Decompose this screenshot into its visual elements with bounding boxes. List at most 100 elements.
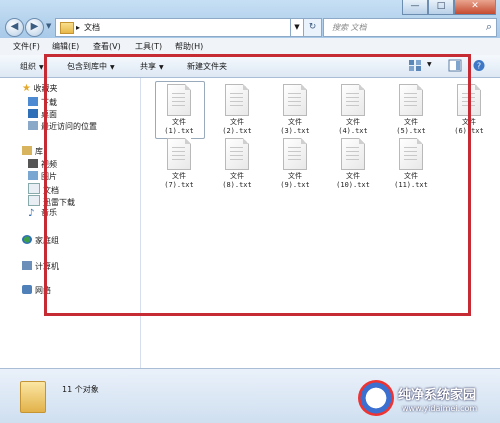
text-line	[462, 105, 475, 106]
text-line	[404, 159, 417, 160]
nav-computer-label: 计算机	[35, 262, 59, 271]
watermark-title: 纯净系统家园	[398, 388, 477, 403]
text-line	[172, 155, 185, 156]
file-name-line: (10).txt	[336, 181, 370, 189]
menu-tools[interactable]: 工具(T)	[135, 41, 162, 52]
menu-file[interactable]: 文件(F)	[13, 41, 40, 52]
text-line	[288, 101, 301, 102]
view-dropdown-icon[interactable]: ▼	[427, 61, 432, 68]
text-line	[230, 93, 243, 94]
file-name-line: 文件	[346, 118, 360, 126]
nav-computer[interactable]: 计算机	[22, 261, 59, 272]
recent-pages-dropdown[interactable]: ▼	[46, 22, 51, 30]
address-bar[interactable]: ▸ 文档	[55, 18, 297, 37]
text-line	[172, 159, 185, 160]
refresh-icon: ↻	[308, 22, 317, 32]
file-name-line: 文件	[462, 118, 476, 126]
address-dropdown-button[interactable]: ▼	[290, 18, 304, 37]
nav-libraries[interactable]: 库	[22, 146, 43, 157]
nav-item-desktop[interactable]: 桌面	[28, 109, 57, 120]
menu-edit[interactable]: 编辑(E)	[52, 41, 79, 52]
text-line	[288, 93, 301, 94]
file-item[interactable]: 文件 (6).txt	[443, 84, 495, 136]
watermark-url: www.yidaimei.com	[402, 404, 478, 413]
nav-item-videos[interactable]: 视频	[28, 159, 57, 170]
text-line	[404, 147, 417, 148]
text-line	[462, 101, 475, 102]
menu-bar: 文件(F) 编辑(E) 查看(V) 工具(T) 帮助(H)	[0, 38, 500, 56]
text-line	[346, 101, 359, 102]
text-line	[346, 159, 359, 160]
text-file-icon	[225, 138, 249, 170]
new-folder-button[interactable]: 新建文件夹	[187, 61, 227, 72]
breadcrumb: ▸ 文档	[76, 22, 104, 33]
text-line	[230, 159, 243, 160]
text-line	[288, 147, 301, 148]
search-input[interactable]: 搜索 文档 ⌕	[323, 18, 497, 37]
close-button[interactable]: ✕	[454, 0, 496, 15]
text-line	[288, 97, 301, 98]
page-fold	[301, 84, 307, 90]
organize-button[interactable]: 组织 ▼	[20, 61, 44, 72]
file-item[interactable]: 文件 (4).txt	[327, 84, 379, 136]
file-item[interactable]: 文件 (1).txt	[153, 81, 205, 139]
nav-network[interactable]: 网络	[22, 285, 51, 296]
menu-view[interactable]: 查看(V)	[93, 41, 121, 52]
preview-pane-icon[interactable]	[448, 59, 462, 72]
nav-favorites-label: 收藏夹	[33, 84, 58, 93]
minimize-button[interactable]: —	[402, 0, 428, 15]
share-button[interactable]: 共享 ▼	[140, 61, 164, 72]
explorer-window: — □ ✕ ◀ ▶ ▼ ▸ 文档 ▼ ↻ 搜索 文档 ⌕ 文件(F) 编辑(E) …	[0, 0, 500, 423]
breadcrumb-item-documents[interactable]: 文档	[84, 23, 100, 32]
text-line	[172, 101, 185, 102]
maximize-button[interactable]: □	[428, 0, 454, 15]
file-name: 文件 (3).txt	[269, 118, 321, 136]
nav-item-downloads[interactable]: 下载	[28, 97, 57, 108]
file-item[interactable]: 文件 (5).txt	[385, 84, 437, 136]
file-item[interactable]: 文件 (11).txt	[385, 138, 437, 190]
file-item[interactable]: 文件 (9).txt	[269, 138, 321, 190]
file-item[interactable]: 文件 (7).txt	[153, 138, 205, 190]
page-fold	[417, 138, 423, 144]
file-name-line: 文件	[404, 118, 418, 126]
file-name-line: 文件	[346, 172, 360, 180]
text-line	[230, 147, 243, 148]
chevron-down-icon: ▼	[159, 64, 164, 71]
item-count: 11 个对象	[62, 385, 99, 394]
text-file-icon	[341, 138, 365, 170]
include-in-library-button[interactable]: 包含到库中 ▼	[67, 61, 115, 72]
help-icon[interactable]: ?	[472, 59, 486, 72]
page-fold	[475, 84, 481, 90]
share-label: 共享	[140, 62, 156, 71]
file-item[interactable]: 文件 (3).txt	[269, 84, 321, 136]
nav-item-pictures[interactable]: 图片	[28, 171, 57, 182]
file-item[interactable]: 文件 (10).txt	[327, 138, 379, 190]
file-item[interactable]: 文件 (8).txt	[211, 138, 263, 190]
text-file-icon	[399, 84, 423, 116]
nav-libraries-label: 库	[35, 147, 43, 156]
file-list: 文件 (1).txt 文件 (2).txt 文件 (3).txt 文件 (4).txt 文件 (5…	[141, 78, 500, 368]
nav-item-music[interactable]: ♪ 音乐	[28, 207, 57, 219]
text-line	[230, 151, 243, 152]
view-options-icon[interactable]	[408, 59, 422, 72]
organize-label: 组织	[20, 62, 36, 71]
text-line	[404, 97, 417, 98]
file-item[interactable]: 文件 (2).txt	[211, 84, 263, 136]
text-line	[172, 105, 185, 106]
forward-button[interactable]: ▶	[25, 18, 44, 37]
star-icon: ★	[22, 83, 31, 94]
nav-item-recent-places[interactable]: 最近访问的位置	[28, 121, 97, 132]
file-name: 文件 (7).txt	[153, 172, 205, 190]
file-name: 文件 (10).txt	[327, 172, 379, 190]
text-line	[346, 155, 359, 156]
menu-help[interactable]: 帮助(H)	[175, 41, 203, 52]
file-name-line: (4).txt	[338, 127, 368, 135]
nav-favorites[interactable]: ★ 收藏夹	[22, 83, 58, 94]
nav-homegroup[interactable]: 家庭组	[22, 235, 59, 246]
folder-icon	[20, 381, 46, 413]
video-library-icon	[28, 159, 38, 168]
file-name: 文件 (9).txt	[269, 172, 321, 190]
refresh-button[interactable]: ↻	[303, 18, 322, 37]
title-bar: — □ ✕ ◀ ▶ ▼ ▸ 文档 ▼ ↻ 搜索 文档 ⌕	[0, 0, 500, 38]
back-button[interactable]: ◀	[5, 18, 24, 37]
